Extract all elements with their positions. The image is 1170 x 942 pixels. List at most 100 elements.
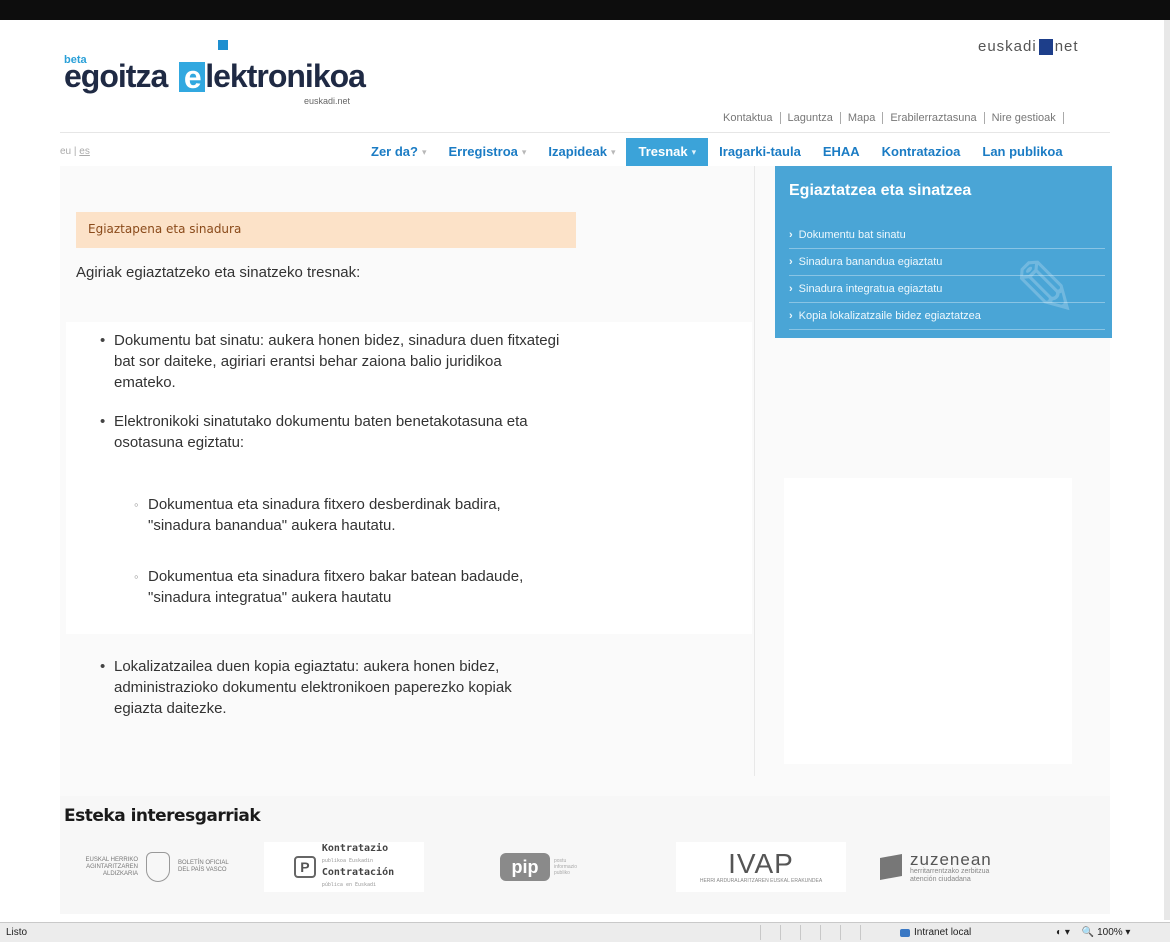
arrow-right-icon: › bbox=[789, 256, 793, 268]
intranet-icon bbox=[900, 928, 910, 937]
sub-item-separate: Dokumentua eta sinadura fitxero desberdi… bbox=[134, 494, 524, 536]
list-item-copy: Lokalizatzailea duen kopia egiaztatu: au… bbox=[100, 656, 560, 719]
browser-status-bar: Listo Intranet local ◐ ▾ 🔍 100% ▾ bbox=[0, 922, 1170, 942]
bopv-text-eu: EUSKAL HERRIKO AGINTARITZAREN ALDIZKARIA bbox=[85, 856, 138, 877]
chevron-down-icon: ▾ bbox=[421, 147, 427, 157]
nav-tresnak-label: Tresnak bbox=[638, 144, 688, 159]
arrow-right-icon: › bbox=[789, 283, 793, 295]
logo-text-egoitza: egoitza bbox=[64, 58, 168, 94]
link-mapa[interactable]: Mapa bbox=[841, 112, 884, 124]
link-zuzenean[interactable]: zuzenean herritarrentzako zerbitzua aten… bbox=[880, 842, 1060, 892]
logo-text-elektronikoa: lektronikoa bbox=[205, 58, 366, 94]
nav-erregistroa-label: Erregistroa bbox=[448, 144, 518, 159]
tools-panel-title: Egiaztatzea eta sinatzea bbox=[789, 182, 972, 199]
nav-zer-da[interactable]: Zer da? ▾ bbox=[360, 138, 438, 166]
kontratazio-eu: Kontratazio bbox=[321, 843, 389, 854]
nav-lan-publikoa[interactable]: Lan publikoa bbox=[971, 138, 1073, 166]
list-item-verify: Elektronikoki sinatutako dokumentu baten… bbox=[100, 411, 560, 453]
window-top-bar bbox=[0, 0, 1170, 20]
ivap-subtext: HERRI ARDURALARITZAREN EUSKAL ERAKUNDEA bbox=[699, 878, 823, 884]
zoom-value: 100% bbox=[1097, 927, 1123, 938]
vertical-scrollbar[interactable] bbox=[1164, 20, 1170, 920]
nav-iragarki-taula[interactable]: Iragarki-taula bbox=[708, 138, 812, 166]
footer-title: Esteka interesgarriak bbox=[64, 806, 261, 826]
header-divider bbox=[60, 132, 1110, 133]
euskadi-square-icon bbox=[1038, 38, 1053, 55]
column-divider bbox=[754, 166, 755, 776]
chevron-down-icon: ▾ bbox=[521, 147, 527, 157]
tool-link-sign-label: Dokumentu bat sinatu bbox=[798, 229, 906, 241]
status-text: Listo bbox=[6, 927, 28, 938]
zuzenean-title: zuzenean bbox=[910, 849, 992, 869]
link-erabilerraztasuna[interactable]: Erabilerraztasuna bbox=[883, 112, 985, 124]
tool-link-integrated[interactable]: › Sinadura integratua egiaztatu bbox=[789, 276, 1105, 303]
nav-lan-publikoa-label: Lan publikoa bbox=[982, 144, 1063, 159]
tool-link-sign[interactable]: › Dokumentu bat sinatu bbox=[789, 222, 1105, 249]
kontratazio-eu-sub: publikoa Euskadin bbox=[321, 858, 374, 864]
pip-logo-icon: pip bbox=[500, 853, 550, 881]
top-links: Kontaktua Laguntza Mapa Erabilerraztasun… bbox=[716, 112, 1064, 124]
link-ivap[interactable]: IVAP HERRI ARDURALARITZAREN EUSKAL ERAKU… bbox=[676, 842, 846, 892]
logo-accent-square bbox=[218, 40, 228, 50]
arrow-right-icon: › bbox=[789, 310, 793, 322]
list-item-sign: Dokumentu bat sinatu: aukera honen bidez… bbox=[100, 330, 560, 393]
zoom-level: 🔍 100% ▾ bbox=[1081, 927, 1131, 938]
arrow-right-icon: › bbox=[789, 229, 793, 241]
crest-icon bbox=[146, 852, 170, 882]
language-switcher: eu | es bbox=[60, 146, 90, 157]
lang-eu[interactable]: eu bbox=[60, 146, 71, 157]
nav-kontratazioa[interactable]: Kontratazioa bbox=[871, 138, 972, 166]
logo-e-block: e bbox=[179, 61, 206, 93]
chevron-down-icon: ▾ bbox=[610, 147, 616, 157]
nav-ehaa-label: EHAA bbox=[822, 144, 860, 159]
nav-izapideak[interactable]: Izapideak ▾ bbox=[537, 138, 626, 166]
link-kontaktua[interactable]: Kontaktua bbox=[716, 112, 781, 124]
ivap-logo-text: IVAP bbox=[728, 848, 794, 879]
kontratazio-es-sub: pública en Euskadi bbox=[321, 882, 377, 888]
sub-item-integrated: Dokumentua eta sinadura fitxero bakar ba… bbox=[134, 566, 524, 608]
tools-description-list-2: Lokalizatzailea duen kopia egiaztatu: au… bbox=[100, 656, 560, 719]
kontratazio-icon: P bbox=[293, 856, 316, 878]
link-bopv[interactable]: EUSKAL HERRIKO AGINTARITZAREN ALDIZKARIA… bbox=[76, 842, 256, 892]
tool-link-separate-label: Sinadura banandua egiaztatu bbox=[798, 256, 943, 268]
main-nav: Zer da? ▾ Erregistroa ▾ Izapideak ▾ Tresnak… bbox=[360, 138, 1074, 166]
tool-link-copy[interactable]: › Kopia lokalizatzaile bidez egiaztatzea bbox=[789, 303, 1105, 330]
status-cells bbox=[760, 925, 880, 940]
euskadi-net-logo[interactable]: euskadi net bbox=[978, 38, 1079, 55]
bopv-text-es: BOLETÍN OFICIAL DEL PAÍS VASCO bbox=[178, 860, 229, 873]
chevron-down-icon: ▾ bbox=[691, 147, 697, 157]
euskadi-net-text: net bbox=[1054, 38, 1079, 55]
tool-link-separate[interactable]: › Sinadura banandua egiaztatu bbox=[789, 249, 1105, 276]
kontratazio-es: Contratación bbox=[321, 867, 395, 878]
nav-zer-da-label: Zer da? bbox=[371, 144, 418, 159]
link-laguntza[interactable]: Laguntza bbox=[781, 112, 841, 124]
security-zone[interactable]: Intranet local bbox=[900, 927, 971, 938]
zone-label: Intranet local bbox=[914, 927, 972, 938]
zuzenean-text: zuzenean herritarrentzako zerbitzua aten… bbox=[910, 851, 992, 884]
nav-tresnak[interactable]: Tresnak ▾ bbox=[626, 138, 709, 166]
lang-separator: | bbox=[73, 146, 77, 157]
lang-es[interactable]: es bbox=[79, 146, 90, 157]
euskadi-text: euskadi bbox=[978, 38, 1037, 55]
section-header: Egiaztapena eta sinadura bbox=[76, 212, 576, 248]
nav-izapideak-label: Izapideak bbox=[548, 144, 607, 159]
nav-kontratazioa-label: Kontratazioa bbox=[881, 144, 961, 159]
tool-link-integrated-label: Sinadura integratua egiaztatu bbox=[798, 283, 943, 295]
tool-link-copy-label: Kopia lokalizatzaile bidez egiaztatzea bbox=[798, 310, 981, 322]
link-kontratazio[interactable]: P Kontratazio publikoa Euskadin Contrata… bbox=[264, 842, 424, 892]
zuzenean-sub-es: atención ciudadana bbox=[910, 875, 971, 883]
logo-subtitle: euskadi.net bbox=[304, 96, 351, 106]
tools-description-list: Dokumentu bat sinatu: aukera honen bidez… bbox=[100, 330, 560, 453]
pip-text: postu informazio publiko bbox=[554, 858, 578, 876]
link-nire-gestioak[interactable]: Nire gestioak bbox=[985, 112, 1064, 124]
nav-ehaa[interactable]: EHAA bbox=[812, 138, 871, 166]
site-logo[interactable]: egoitza e lektronikoa bbox=[64, 58, 366, 95]
cube-icon bbox=[880, 854, 902, 880]
zuzenean-sub-eu: herritarrentzako zerbitzua bbox=[910, 867, 990, 875]
link-pip[interactable]: pip postu informazio publiko bbox=[500, 842, 610, 892]
protected-mode-icon: ◐ ▾ bbox=[1056, 927, 1070, 938]
intro-text: Agiriak egiaztatzeko eta sinatzeko tresn… bbox=[76, 264, 361, 281]
blank-panel bbox=[784, 478, 1072, 764]
nav-erregistroa[interactable]: Erregistroa ▾ bbox=[438, 138, 538, 166]
zoom-control[interactable]: ◐ ▾ 🔍 100% ▾ bbox=[1056, 927, 1130, 938]
